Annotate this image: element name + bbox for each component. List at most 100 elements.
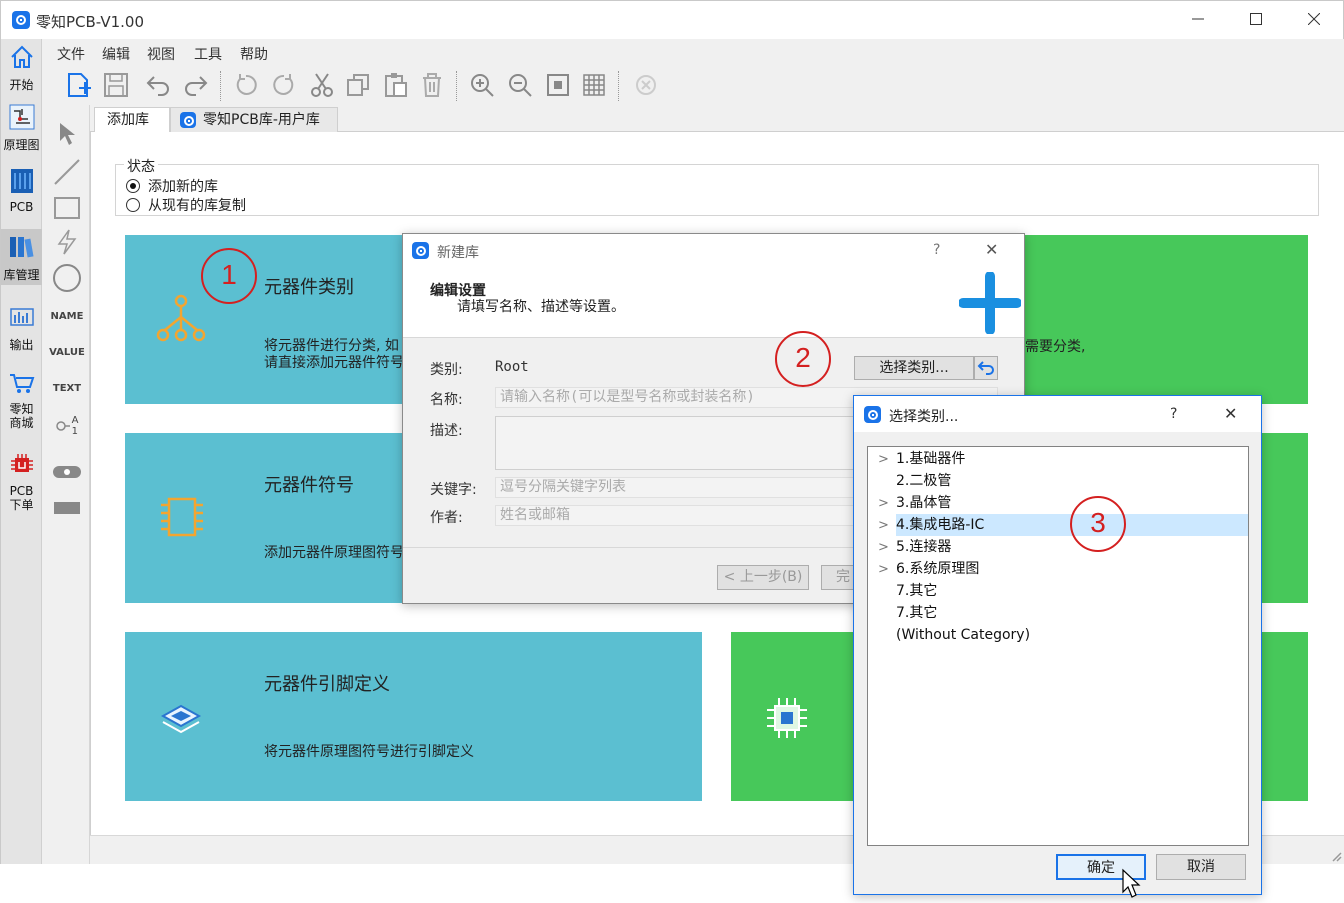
redo-icon [185, 76, 208, 96]
select-tool[interactable] [50, 119, 84, 149]
window-title: 零知PCB-V1.00 [36, 13, 145, 31]
radio-copy-existing-label: 从现有的库复制 [148, 198, 246, 214]
card-pin-definition[interactable]: 元器件引脚定义 将元器件原理图符号进行引脚定义 [125, 632, 702, 801]
nav-item-schematic[interactable]: 原理图 [1, 103, 42, 153]
chevron-right-icon[interactable]: > [878, 537, 896, 559]
menu-edit[interactable]: 编辑 [102, 44, 130, 64]
save-icon [104, 73, 128, 97]
minimize-button[interactable] [1183, 7, 1213, 33]
cancel-action-button[interactable] [630, 69, 662, 101]
menu-view[interactable]: 视图 [147, 44, 175, 64]
paste-button[interactable] [380, 69, 412, 101]
value-tool[interactable]: VALUE [49, 337, 85, 367]
zoom-in-button[interactable] [466, 69, 498, 101]
pad-tool[interactable] [50, 457, 84, 487]
chevron-right-icon[interactable]: > [878, 515, 896, 537]
nav-item-pcb-order[interactable]: PCB 下单 [1, 451, 42, 512]
pin-tool[interactable]: A 1 [50, 411, 84, 441]
trash-icon [423, 73, 441, 97]
maximize-button[interactable] [1241, 7, 1271, 33]
new-button[interactable] [62, 69, 94, 101]
tab-add-library[interactable]: 添加库 [94, 107, 170, 133]
rect-tool[interactable] [50, 193, 84, 223]
select-category-dialog: 选择类别... ? ✕ >1.基础器件 2.二极管 >3.晶体管 >4.集成电路… [853, 395, 1262, 895]
tree-item[interactable]: >1.基础器件 [878, 448, 965, 470]
nav-label-2: 下单 [9, 498, 34, 512]
radio-add-new[interactable]: 添加新的库 [126, 176, 218, 196]
plus-icon [959, 272, 1021, 334]
close-dialog-button[interactable]: ✕ [1224, 404, 1237, 423]
grid-icon [583, 74, 605, 96]
nav-item-home[interactable]: 开始 [1, 43, 42, 93]
tree-item[interactable]: 2.二极管 [878, 470, 951, 492]
menu-tools[interactable]: 工具 [194, 44, 222, 64]
scissors-icon [311, 73, 333, 97]
tree-item-selected[interactable]: >4.集成电路-IC [868, 514, 1248, 536]
tree-item[interactable]: >3.晶体管 [878, 492, 951, 514]
mouse-cursor-icon [1122, 868, 1141, 898]
callout-3: 3 [1070, 496, 1126, 552]
undo-button[interactable] [142, 69, 174, 101]
name-tool[interactable]: NAME [50, 301, 84, 331]
card-title: 元器件符号 [264, 475, 354, 496]
keyword-label: 关键字: [430, 482, 477, 498]
cancel-button[interactable]: 取消 [1156, 854, 1246, 880]
rotate-left-button[interactable] [230, 69, 262, 101]
drawing-toolbar: NAME VALUE TEXT A 1 [42, 105, 90, 864]
fit-view-button[interactable] [542, 69, 574, 101]
chevron-right-icon[interactable]: > [878, 559, 896, 581]
delete-button[interactable] [416, 69, 448, 101]
toolbar-separator [618, 71, 620, 101]
tree-item[interactable]: 7.其它 [878, 580, 937, 602]
circle-icon [53, 264, 81, 292]
status-group: 状态 添加新的库 从现有的库复制 [115, 156, 1319, 216]
undo-icon [146, 76, 169, 96]
nav-item-store[interactable]: 零知 商城 [1, 369, 42, 430]
pcb-icon [10, 169, 33, 193]
resize-grip-icon[interactable] [1330, 850, 1342, 862]
save-button[interactable] [100, 69, 132, 101]
chevron-right-icon[interactable]: > [878, 449, 896, 471]
rotate-right-button[interactable] [268, 69, 300, 101]
circle-tool[interactable] [50, 263, 84, 293]
chevron-right-icon[interactable]: > [878, 493, 896, 515]
card-title: 元器件引脚定义 [264, 674, 390, 695]
radio-unchecked-icon [126, 198, 140, 212]
redo-button[interactable] [180, 69, 212, 101]
card-desc-line-1: 将元器件进行分类, 如 [264, 338, 399, 354]
tab-user-library[interactable]: 零知PCB库-用户库 [170, 107, 338, 133]
previous-step-button[interactable]: < 上一步(B) [717, 565, 809, 590]
nav-item-library[interactable]: 库管理 [1, 229, 42, 285]
reset-category-button[interactable] [974, 356, 998, 380]
close-dialog-button[interactable]: ✕ [985, 240, 998, 259]
help-button[interactable]: ? [1170, 406, 1177, 422]
nav-item-output[interactable]: 输出 [1, 303, 42, 353]
text-tool[interactable]: TEXT [50, 373, 84, 403]
author-label: 作者: [430, 510, 463, 526]
rotate-right-icon [273, 74, 294, 95]
tree-item[interactable]: >5.连接器 [878, 536, 951, 558]
card-green-top[interactable]: 需要分类, [1001, 235, 1308, 404]
grid-button[interactable] [578, 69, 610, 101]
zoom-in-icon [471, 74, 494, 97]
close-window-button[interactable] [1299, 7, 1329, 33]
pin-icon [55, 421, 70, 431]
copy-button[interactable] [342, 69, 374, 101]
nav-label: PCB [9, 200, 34, 214]
power-tool[interactable] [50, 227, 84, 257]
pcb-order-icon [10, 454, 33, 472]
cut-button[interactable] [306, 69, 338, 101]
menu-file[interactable]: 文件 [57, 44, 85, 64]
menu-help[interactable]: 帮助 [240, 44, 268, 64]
tree-item[interactable]: >6.系统原理图 [878, 558, 979, 580]
tree-item[interactable]: (Without Category) [878, 624, 1030, 646]
line-tool[interactable] [50, 157, 84, 187]
nav-item-pcb[interactable]: PCB [1, 167, 42, 214]
zoom-out-button[interactable] [504, 69, 536, 101]
fill-tool[interactable] [50, 493, 84, 523]
radio-copy-existing[interactable]: 从现有的库复制 [126, 195, 246, 215]
select-category-button[interactable]: 选择类别... [854, 356, 974, 380]
help-button[interactable]: ? [933, 242, 940, 258]
new-file-icon [68, 73, 91, 97]
tree-item[interactable]: 7.其它 [878, 602, 937, 624]
